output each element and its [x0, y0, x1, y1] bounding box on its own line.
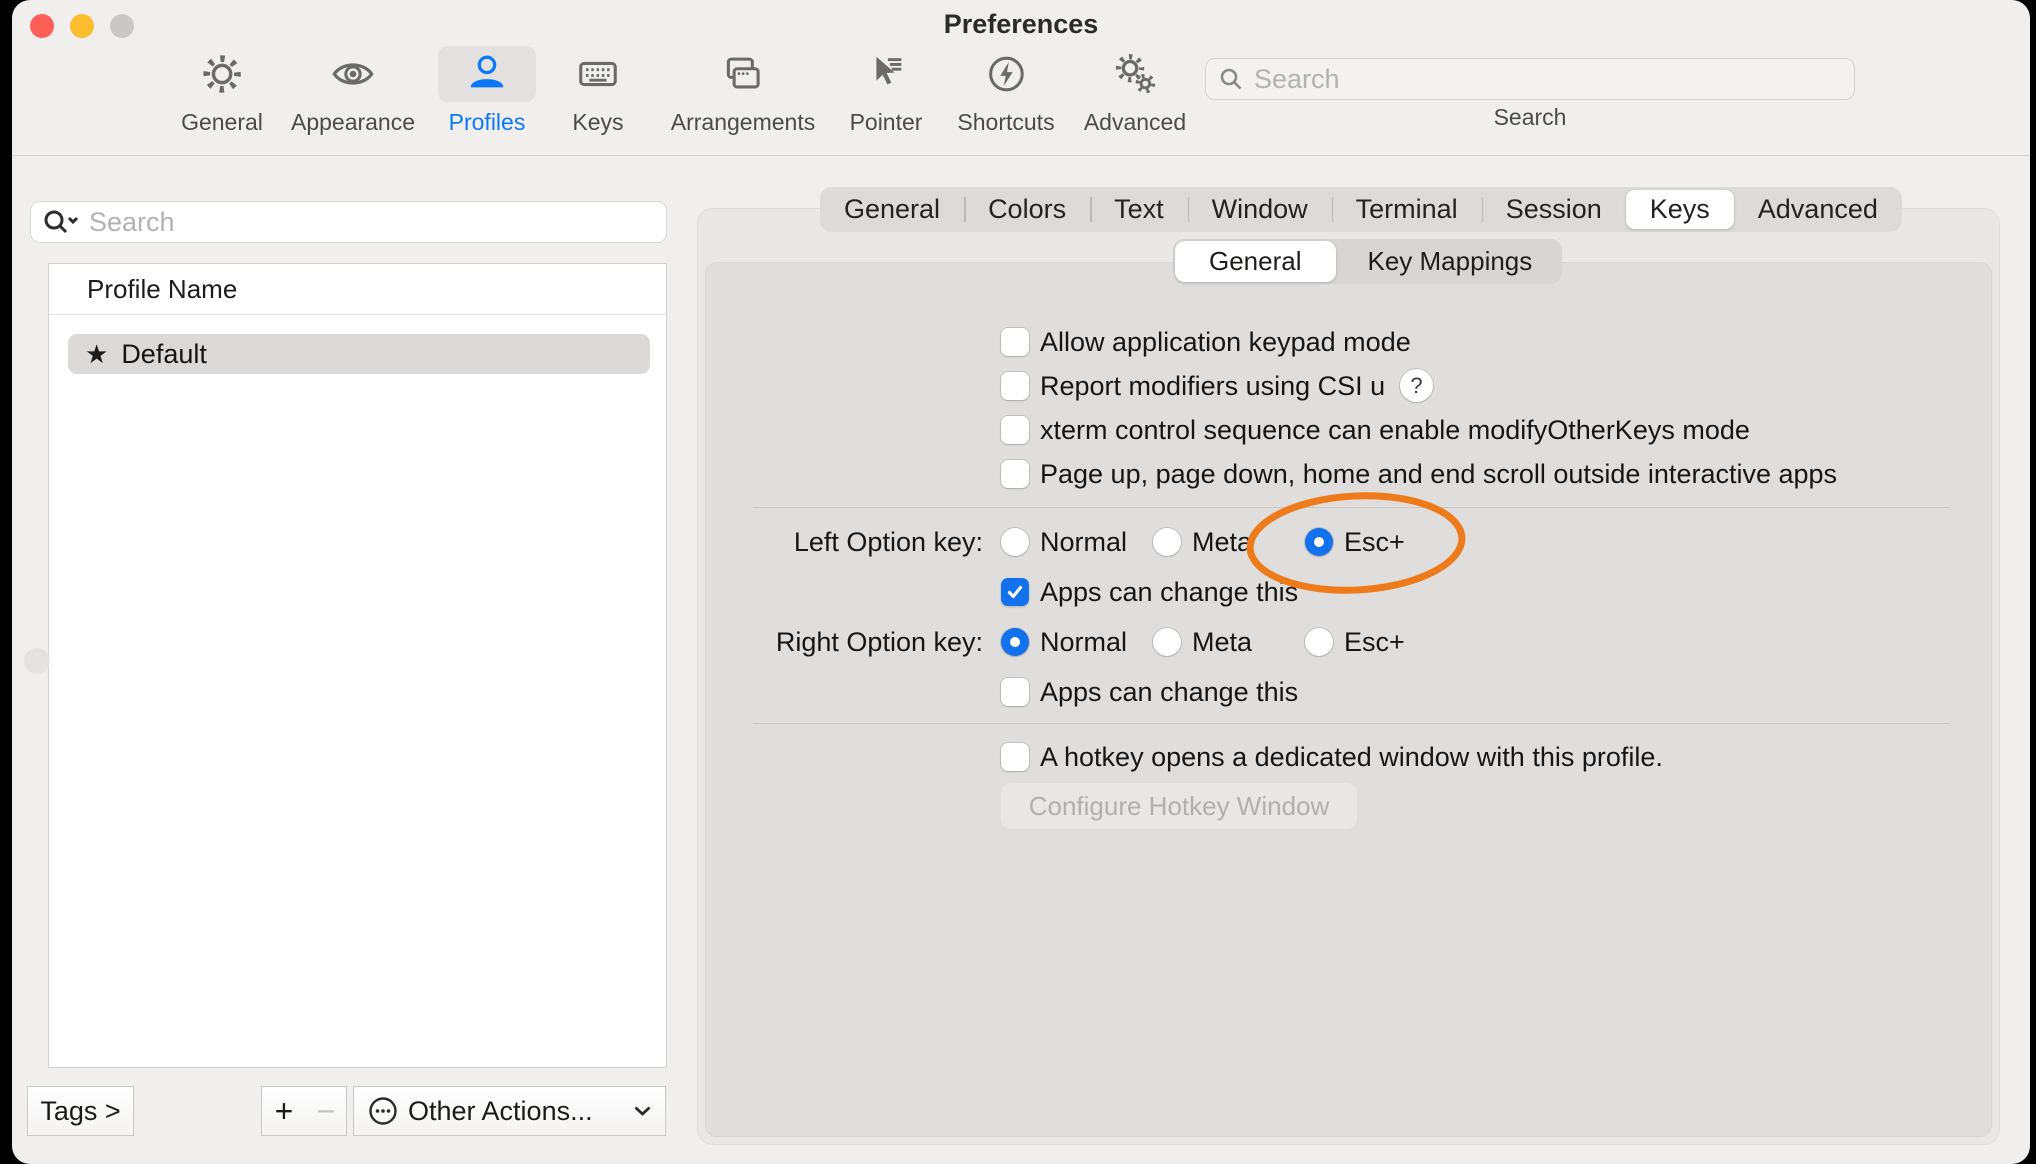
profile-tabs: General Colors Text Window Terminal Sess…	[820, 187, 1902, 232]
radio-icon[interactable]	[1305, 528, 1333, 556]
left-option-normal[interactable]: Normal	[1001, 525, 1127, 559]
right-option-esc[interactable]: Esc+	[1305, 625, 1405, 659]
radio-icon[interactable]	[1001, 528, 1029, 556]
profile-row-default[interactable]: ★ Default	[68, 334, 650, 374]
checkbox-row: Report modifiers using CSI u	[1001, 369, 1385, 403]
window-title: Preferences	[12, 9, 2030, 40]
toolbar-item-advanced[interactable]: Advanced	[1084, 46, 1186, 136]
ellipsis-circle-icon	[368, 1096, 398, 1126]
csi-u-checkbox[interactable]	[1001, 372, 1029, 400]
section-divider	[753, 723, 1950, 724]
add-profile-button[interactable]: +	[261, 1086, 307, 1136]
tab-session[interactable]: Session	[1482, 187, 1626, 232]
search-filter-icon	[41, 205, 81, 239]
keyboard-icon	[575, 51, 621, 97]
tab-advanced[interactable]: Advanced	[1734, 187, 1902, 232]
other-actions-label: Other Actions...	[408, 1096, 624, 1127]
right-apps-can-change-checkbox[interactable]	[1001, 678, 1029, 706]
toolbar-search-input[interactable]	[1254, 64, 1842, 95]
configure-hotkey-window-button[interactable]: Configure Hotkey Window	[1000, 782, 1358, 830]
checkbox-row: Apps can change this	[1001, 675, 1298, 709]
profile-list: Profile Name ★ Default	[48, 263, 667, 1068]
tab-terminal[interactable]: Terminal	[1332, 187, 1482, 232]
other-actions-dropdown[interactable]: Other Actions...	[353, 1086, 666, 1136]
gears-icon	[1112, 51, 1158, 97]
toolbar-search-field[interactable]	[1205, 58, 1855, 100]
toolbar-item-pointer[interactable]: Pointer	[849, 46, 923, 136]
gear-icon	[199, 51, 245, 97]
section-divider	[753, 507, 1950, 508]
radio-icon[interactable]	[1305, 628, 1333, 656]
search-icon	[1218, 66, 1244, 92]
radio-icon[interactable]	[1153, 528, 1181, 556]
cursor-icon	[863, 51, 909, 97]
profile-search-input[interactable]	[89, 207, 656, 238]
tab-window[interactable]: Window	[1188, 187, 1332, 232]
toolbar-item-keys[interactable]: Keys	[561, 46, 635, 136]
allow-keypad-checkbox[interactable]	[1001, 328, 1029, 356]
chevron-down-icon	[634, 1106, 651, 1116]
left-option-meta[interactable]: Meta	[1153, 525, 1252, 559]
toolbar-item-general[interactable]: General	[181, 46, 263, 136]
toolbar-item-profiles[interactable]: Profiles	[438, 46, 536, 136]
person-icon	[464, 51, 510, 97]
left-option-label: Left Option key:	[572, 525, 983, 559]
profile-name: Default	[121, 339, 207, 370]
tab-text[interactable]: Text	[1090, 187, 1188, 232]
checkbox-row: A hotkey opens a dedicated window with t…	[1001, 740, 1663, 774]
toolbar-search-label: Search	[1205, 104, 1855, 131]
subtab-general[interactable]: General	[1175, 241, 1336, 282]
right-option-label: Right Option key:	[572, 625, 983, 659]
checkbox-row: Allow application keypad mode	[1001, 325, 1411, 359]
toolbar-item-arrangements[interactable]: Arrangements	[671, 46, 815, 136]
scroll-outside-apps-checkbox[interactable]	[1001, 460, 1029, 488]
tab-keys[interactable]: Keys	[1626, 190, 1734, 229]
remove-profile-button[interactable]: −	[306, 1086, 347, 1136]
preferences-window: Preferences General Appearance Profiles	[12, 0, 2030, 1164]
subtab-key-mappings[interactable]: Key Mappings	[1338, 239, 1563, 284]
windows-icon	[720, 51, 766, 97]
toolbar: General Appearance Profiles Keys	[12, 46, 2030, 146]
modify-other-keys-checkbox[interactable]	[1001, 416, 1029, 444]
checkmark-icon	[1005, 582, 1025, 602]
radio-icon[interactable]	[1001, 628, 1029, 656]
tags-button[interactable]: Tags >	[27, 1086, 134, 1136]
right-option-normal[interactable]: Normal	[1001, 625, 1127, 659]
help-button[interactable]: ?	[1400, 369, 1433, 402]
toolbar-item-shortcuts[interactable]: Shortcuts	[957, 46, 1054, 136]
radio-icon[interactable]	[1153, 628, 1181, 656]
keys-subtabs: General Key Mappings	[1173, 239, 1562, 284]
profile-list-header: Profile Name	[49, 264, 666, 315]
left-option-esc[interactable]: Esc+	[1305, 525, 1405, 559]
lightning-icon	[983, 51, 1029, 97]
checkbox-row: Apps can change this	[1001, 575, 1298, 609]
toolbar-divider	[12, 155, 2030, 156]
profile-search-field[interactable]	[30, 201, 667, 243]
tab-general[interactable]: General	[820, 187, 964, 232]
checkbox-row: Page up, page down, home and end scroll …	[1001, 457, 1837, 491]
splitter-handle[interactable]	[24, 648, 50, 674]
hotkey-window-checkbox[interactable]	[1001, 743, 1029, 771]
tab-colors[interactable]: Colors	[964, 187, 1090, 232]
star-icon: ★	[85, 341, 108, 367]
left-apps-can-change-checkbox[interactable]	[1001, 578, 1029, 606]
right-option-meta[interactable]: Meta	[1153, 625, 1252, 659]
checkbox-row: xterm control sequence can enable modify…	[1001, 413, 1750, 447]
eye-icon	[330, 51, 376, 97]
toolbar-item-appearance[interactable]: Appearance	[291, 46, 415, 136]
